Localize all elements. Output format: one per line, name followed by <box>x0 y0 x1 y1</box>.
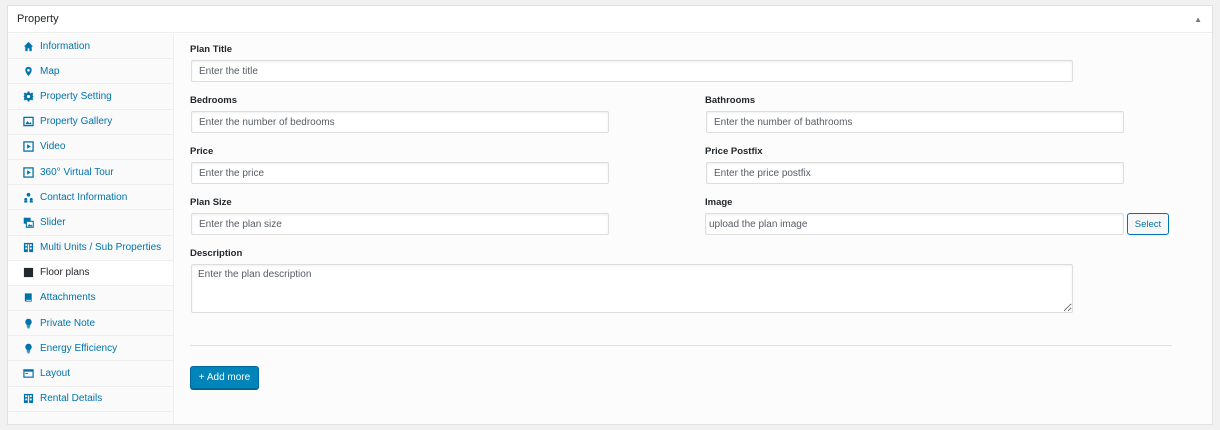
image-url-input[interactable] <box>705 213 1124 235</box>
tab-label: Information <box>40 40 91 52</box>
plan-size-label: Plan Size <box>190 197 232 208</box>
building-icon <box>23 242 34 253</box>
lightbulb-icon <box>23 343 34 354</box>
tab-map[interactable]: Map <box>8 59 173 85</box>
lightbulb-icon <box>23 318 34 329</box>
tab-rental-details[interactable]: Rental Details <box>8 386 173 412</box>
tab-label: Property Gallery <box>40 116 113 128</box>
plan-size-input[interactable] <box>191 213 609 235</box>
gear-icon <box>23 91 34 102</box>
metabox-title: Property <box>17 13 59 25</box>
tab-label: Private Note <box>40 317 96 329</box>
tab-label: Slider <box>40 216 66 228</box>
tab-multi-units[interactable]: Multi Units / Sub Properties <box>8 235 173 261</box>
price-input[interactable] <box>191 162 609 184</box>
collapse-toggle-icon[interactable]: ▲ <box>1194 15 1202 24</box>
home-icon <box>23 41 34 52</box>
select-image-button[interactable]: Select <box>1127 213 1169 235</box>
tab-label: Energy Efficiency <box>40 342 118 354</box>
price-label: Price <box>190 146 214 157</box>
tab-label: Contact Information <box>40 191 128 203</box>
building-icon <box>23 393 34 404</box>
tab-property-gallery[interactable]: Property Gallery <box>8 109 173 135</box>
plan-title-input[interactable] <box>191 60 1073 82</box>
property-metabox: Property ▲ Information Map Property Sett… <box>7 5 1213 425</box>
tab-layout[interactable]: Layout <box>8 361 173 387</box>
tab-attachments[interactable]: Attachments <box>8 285 173 312</box>
location-pin-icon <box>23 66 34 77</box>
users-icon <box>23 192 34 203</box>
price-postfix-label: Price Postfix <box>705 146 763 157</box>
tab-label: Attachments <box>40 292 96 304</box>
bathrooms-label: Bathrooms <box>705 95 756 106</box>
tab-information[interactable]: Information <box>8 34 173 60</box>
bedrooms-input[interactable] <box>191 111 609 133</box>
book-icon <box>23 292 34 303</box>
tab-private-note[interactable]: Private Note <box>8 311 173 337</box>
tab-floor-plans[interactable]: Floor plans <box>8 260 173 286</box>
video-icon <box>23 166 34 178</box>
images-icon <box>23 217 34 228</box>
add-more-button[interactable]: + Add more <box>190 366 259 389</box>
property-tabs-sidebar: Information Map Property Setting Propert… <box>8 34 174 424</box>
tab-slider[interactable]: Slider <box>8 210 173 236</box>
plan-title-label: Plan Title <box>190 44 233 55</box>
metabox-header[interactable]: Property ▲ <box>8 6 1212 33</box>
image-label: Image <box>705 197 733 208</box>
tab-label: Floor plans <box>40 267 90 279</box>
metabox-inside: Information Map Property Setting Propert… <box>8 34 1212 424</box>
tab-label: Layout <box>40 368 71 380</box>
tab-property-setting[interactable]: Property Setting <box>8 84 173 110</box>
tab-label: Rental Details <box>40 393 103 405</box>
floor-plans-panel: Plan Title Bedrooms Bathrooms Price Pric… <box>175 34 1212 424</box>
tab-label: Map <box>40 65 60 77</box>
description-textarea[interactable] <box>191 264 1073 313</box>
tab-label: Video <box>40 141 66 153</box>
tab-video[interactable]: Video <box>8 134 173 160</box>
form-divider <box>190 345 1172 346</box>
tab-energy-efficiency[interactable]: Energy Efficiency <box>8 336 173 362</box>
price-postfix-input[interactable] <box>706 162 1124 184</box>
bedrooms-label: Bedrooms <box>190 95 237 106</box>
tab-virtual-tour[interactable]: 360° Virtual Tour <box>8 159 173 186</box>
bathrooms-input[interactable] <box>706 111 1124 133</box>
tab-contact-information[interactable]: Contact Information <box>8 185 173 211</box>
gallery-icon <box>23 116 34 127</box>
tab-label: Multi Units / Sub Properties <box>40 242 162 254</box>
tab-label: 360° Virtual Tour <box>40 166 114 178</box>
tab-label: Property Setting <box>40 90 112 102</box>
video-icon <box>23 141 34 153</box>
building-icon <box>23 267 34 278</box>
layout-icon <box>23 368 34 379</box>
description-label: Description <box>190 248 243 259</box>
